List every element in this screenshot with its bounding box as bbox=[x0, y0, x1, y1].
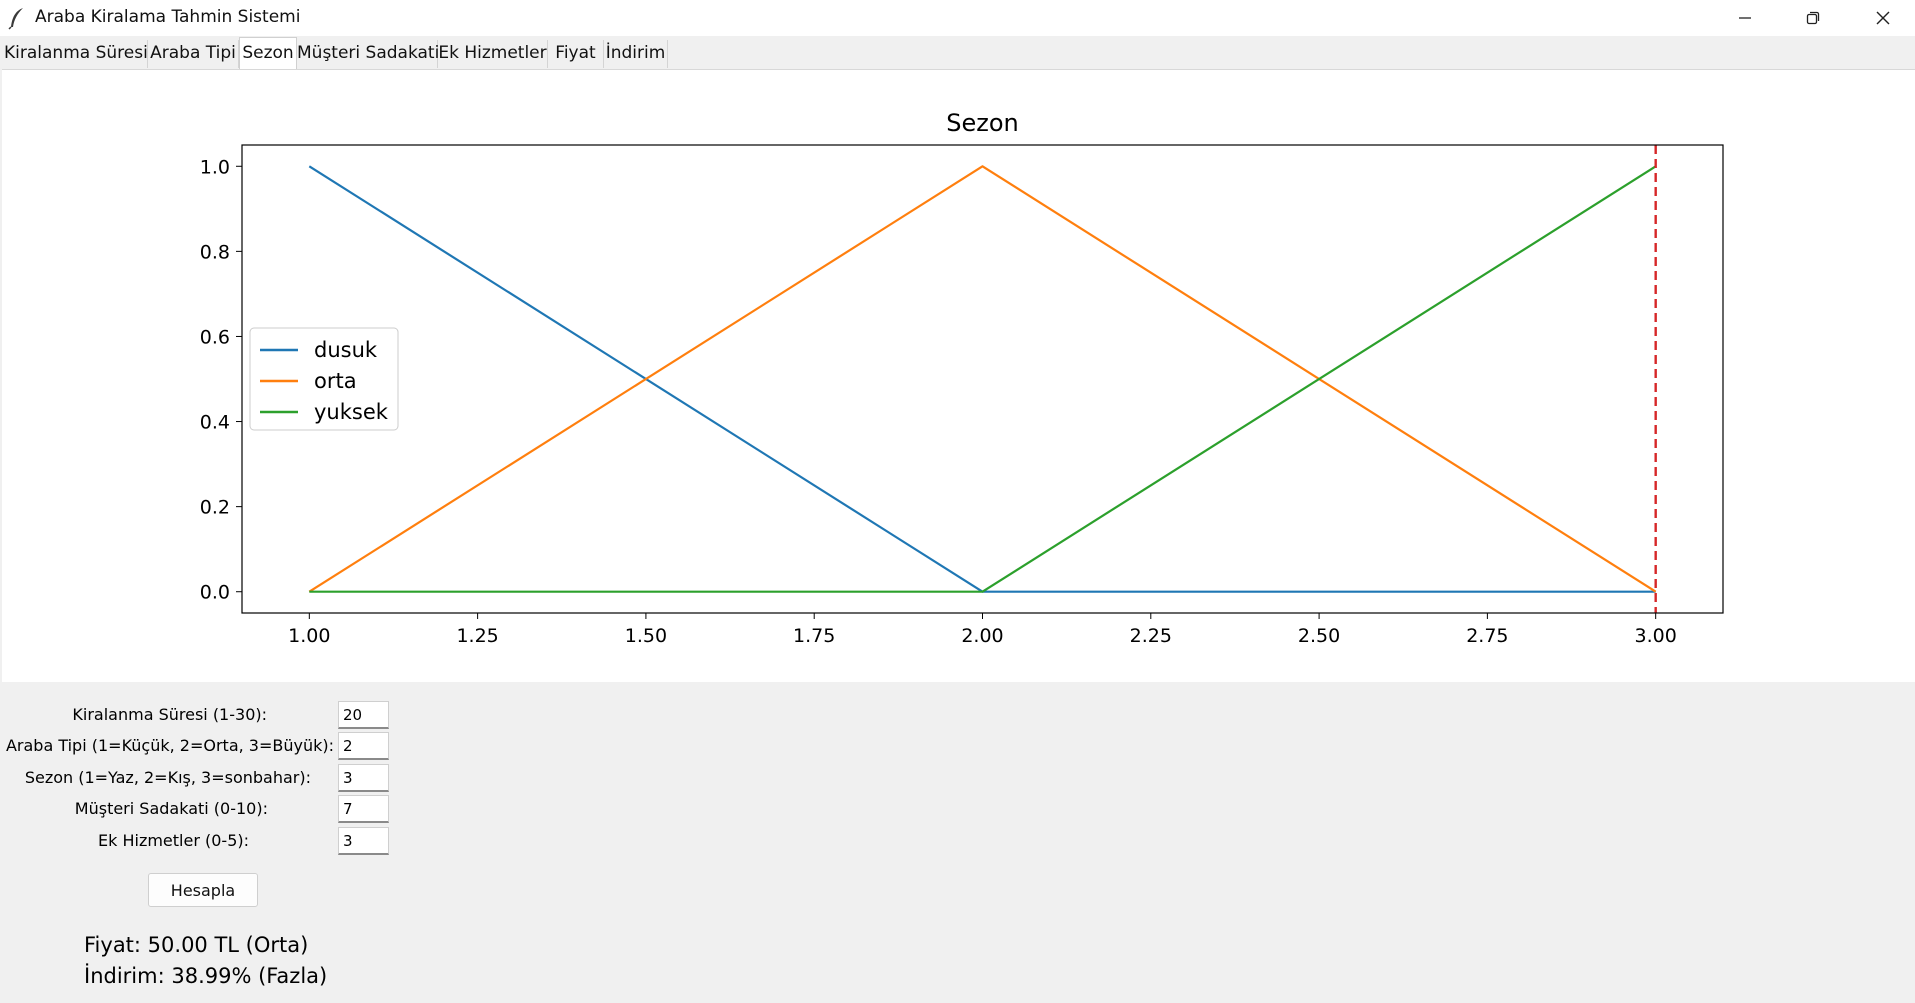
plot-panel: Sezon 1.00 1.25 1.50 1.75 2.00 2.25 2.50 2.75 3.0… bbox=[2, 69, 1915, 682]
y-tick-label: 0.6 bbox=[200, 326, 230, 348]
tab-ek-hizmetler[interactable]: Ek Hizmetler bbox=[438, 40, 548, 68]
rental-duration-label: Kiralanma Süresi (1-30): bbox=[72, 705, 267, 724]
restore-button[interactable] bbox=[1778, 0, 1848, 36]
legend-label-dusuk: dusuk bbox=[314, 338, 378, 362]
y-tick-label: 1.0 bbox=[200, 156, 230, 178]
x-tick-label: 1.00 bbox=[288, 625, 330, 647]
x-tick-label: 2.00 bbox=[961, 625, 1003, 647]
x-tick-label: 1.50 bbox=[625, 625, 667, 647]
price-result: Fiyat: 50.00 TL (Orta) bbox=[84, 933, 309, 957]
loyalty-input[interactable] bbox=[338, 795, 389, 823]
y-tick-label: 0.4 bbox=[200, 412, 230, 434]
x-tick-label: 2.75 bbox=[1466, 625, 1508, 647]
tab-sezon[interactable]: Sezon bbox=[239, 37, 297, 69]
plot-frame bbox=[241, 144, 1724, 614]
minimize-button[interactable] bbox=[1710, 0, 1780, 36]
tab-araba-tipi[interactable]: Araba Tipi bbox=[148, 40, 239, 68]
minimize-icon bbox=[1739, 17, 1751, 19]
restore-icon bbox=[1806, 11, 1820, 25]
membership-chart: Sezon 1.00 1.25 1.50 1.75 2.00 2.25 2.50 2.75 3.0… bbox=[200, 109, 1724, 647]
x-tick-label: 3.00 bbox=[1635, 625, 1677, 647]
chart-title: Sezon bbox=[946, 109, 1019, 137]
season-input[interactable] bbox=[338, 764, 389, 792]
discount-result: İndirim: 38.99% (Fazla) bbox=[84, 964, 328, 988]
car-type-label: Araba Tipi (1=Küçük, 2=Orta, 3=Büyük): bbox=[5, 736, 334, 755]
series-line-yuksek bbox=[309, 165, 1657, 593]
season-label: Sezon (1=Yaz, 2=Kış, 3=sonbahar): bbox=[24, 768, 311, 787]
rental-duration-input[interactable] bbox=[338, 701, 389, 729]
loyalty-label: Müşteri Sadakati (0-10): bbox=[74, 799, 268, 818]
y-tick-label: 0.0 bbox=[200, 582, 230, 604]
window-title: Araba Kiralama Tahmin Sistemi bbox=[35, 7, 301, 27]
tab-musteri-sadakati[interactable]: Müşteri Sadakati bbox=[297, 40, 439, 68]
tab-bar: Kiralanma Süresi Araba Tipi Sezon Müşter… bbox=[0, 36, 1915, 69]
extra-services-input[interactable] bbox=[338, 827, 389, 855]
calculate-button[interactable]: Hesapla bbox=[148, 873, 258, 907]
series-line-orta bbox=[308, 165, 1657, 593]
x-tick-label: 1.25 bbox=[456, 625, 498, 647]
close-icon bbox=[1876, 11, 1890, 25]
x-tick-label: 1.75 bbox=[793, 625, 835, 647]
x-tick-label: 2.50 bbox=[1298, 625, 1340, 647]
tab-indirim[interactable]: İndirim bbox=[604, 40, 668, 68]
x-tick-label: 2.25 bbox=[1130, 625, 1172, 647]
car-type-input[interactable] bbox=[338, 732, 389, 760]
feather-icon bbox=[8, 8, 23, 30]
title-bar: Araba Kiralama Tahmin Sistemi bbox=[0, 0, 1915, 37]
legend-label-orta: orta bbox=[314, 369, 357, 393]
legend-label-yuksek: yuksek bbox=[314, 400, 389, 424]
y-tick-label: 0.8 bbox=[200, 241, 230, 263]
series-line-dusuk bbox=[308, 165, 1656, 593]
y-tick-label: 0.2 bbox=[200, 497, 230, 519]
extra-services-label: Ek Hizmetler (0-5): bbox=[98, 831, 249, 850]
tab-kiralanma-suresi[interactable]: Kiralanma Süresi bbox=[4, 40, 148, 68]
close-button[interactable] bbox=[1848, 0, 1915, 36]
tab-fiyat[interactable]: Fiyat bbox=[548, 40, 604, 68]
